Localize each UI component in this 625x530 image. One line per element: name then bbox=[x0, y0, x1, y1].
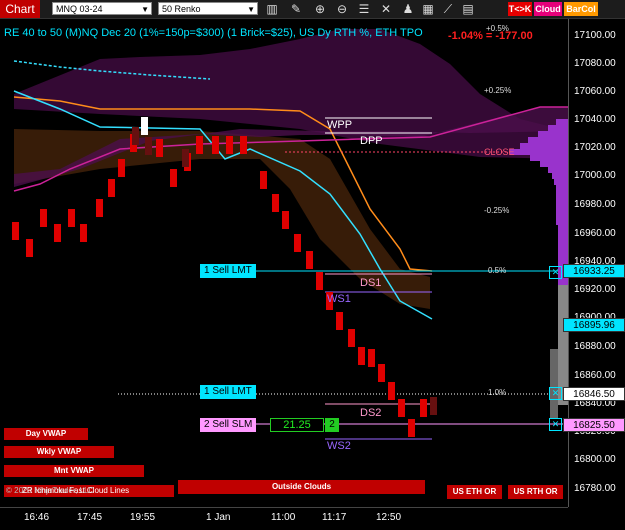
instrument-value: MNQ 03-24 bbox=[56, 4, 103, 14]
price-tick: 16860.00 bbox=[574, 370, 616, 381]
time-tick: 11:17 bbox=[322, 512, 347, 523]
day-vwap-button[interactable]: Day VWAP bbox=[4, 428, 88, 440]
time-tick: 17:45 bbox=[77, 512, 103, 523]
ds2-label: DS2 bbox=[360, 407, 382, 419]
zoom-in-icon[interactable]: ⊕ bbox=[312, 1, 328, 17]
close-order-icon[interactable]: ✕ bbox=[549, 418, 562, 431]
price-tick: 16920.00 bbox=[574, 284, 616, 295]
time-tick: 1 Jan bbox=[206, 512, 231, 523]
draw-tools-icon[interactable]: ✎ bbox=[288, 1, 304, 17]
price-tick: 17000.00 bbox=[574, 170, 616, 181]
price-tick: 16880.00 bbox=[574, 341, 616, 352]
pct-level: 1.0% bbox=[488, 388, 507, 397]
price-tick: 16780.00 bbox=[574, 483, 616, 494]
sell-lmt-order-1[interactable]: 1 Sell LMT bbox=[200, 264, 256, 278]
outside-clouds-button[interactable]: Outside Clouds bbox=[178, 480, 425, 494]
bar-type-selector[interactable]: 50 Renko ▼ bbox=[158, 2, 258, 15]
price-tick: 17080.00 bbox=[574, 58, 616, 69]
sell-slm-qty[interactable]: 2 bbox=[325, 418, 339, 432]
us-rth-or-button[interactable]: US RTH OR bbox=[508, 485, 563, 499]
chart-tab[interactable]: Chart bbox=[0, 0, 40, 18]
mnt-vwap-button[interactable]: Mnt VWAP bbox=[4, 465, 144, 477]
time-tick: 11:00 bbox=[271, 512, 296, 523]
time-tick: 12:50 bbox=[376, 512, 402, 523]
price-tick: 16960.00 bbox=[574, 228, 616, 239]
dpp-label: DPP bbox=[360, 135, 383, 147]
price-marker-sell-slm: 16825.50 bbox=[563, 418, 625, 432]
strategy-icon[interactable]: ♟ bbox=[400, 1, 416, 17]
sell-slm-order[interactable]: 2 Sell SLM bbox=[200, 418, 257, 432]
ichimoku-lines-label: ZR Ichimoku Fast Cloud Lines bbox=[22, 486, 130, 495]
sell-lmt-order-2[interactable]: 1 Sell LMT bbox=[200, 385, 256, 399]
pct-level: -0.25% bbox=[484, 206, 510, 215]
trade-icon[interactable]: ✕ bbox=[378, 1, 394, 17]
zoom-out-icon[interactable]: ⊖ bbox=[334, 1, 350, 17]
price-marker-sell-lmt-1: 16933.25 bbox=[563, 264, 625, 278]
pct-level: 0.5% bbox=[488, 266, 507, 275]
close-label: CLOSE bbox=[484, 147, 515, 157]
price-tick: 17100.00 bbox=[574, 30, 616, 41]
bar-type-value: 50 Renko bbox=[162, 4, 201, 14]
price-tick: 17020.00 bbox=[574, 142, 616, 153]
price-marker-sell-lmt-2: 16846.50 bbox=[563, 387, 625, 401]
templates-icon[interactable]: ▤ bbox=[460, 1, 476, 17]
data-box-icon[interactable]: ▦ bbox=[420, 1, 436, 17]
ws1-label: WS1 bbox=[327, 293, 351, 305]
chevron-down-icon: ▼ bbox=[141, 5, 149, 14]
price-tick: 17060.00 bbox=[574, 86, 616, 97]
wpp-label: WPP bbox=[327, 119, 353, 131]
pct-level: +0.25% bbox=[484, 86, 512, 95]
pct-top-label: +0.5% bbox=[486, 24, 509, 33]
wkly-vwap-button[interactable]: Wkly VWAP bbox=[4, 446, 114, 458]
barcol-button[interactable]: BarCol bbox=[564, 2, 598, 16]
ds1-label: DS1 bbox=[360, 277, 382, 289]
instrument-selector[interactable]: MNQ 03-24 ▼ bbox=[52, 2, 152, 15]
ws2-label: WS2 bbox=[327, 440, 351, 452]
bar-style-icon[interactable]: ▥ bbox=[264, 1, 280, 17]
price-tick: 16980.00 bbox=[574, 199, 616, 210]
indicators-icon[interactable]: ⟋ bbox=[440, 1, 456, 17]
cloud-button[interactable]: Cloud bbox=[534, 2, 562, 16]
time-tick: 19:55 bbox=[130, 512, 156, 523]
time-tick: 16:46 bbox=[24, 512, 50, 523]
price-marker-last: 16895.96 bbox=[563, 318, 625, 332]
price-tick: 16800.00 bbox=[574, 454, 616, 465]
us-eth-or-button[interactable]: US ETH OR bbox=[447, 485, 502, 499]
price-tick: 17040.00 bbox=[574, 114, 616, 125]
close-order-icon[interactable]: ✕ bbox=[549, 266, 562, 279]
close-order-icon[interactable]: ✕ bbox=[549, 387, 562, 400]
properties-icon[interactable]: ☰ bbox=[356, 1, 372, 17]
tk-button[interactable]: T<>K bbox=[508, 2, 532, 16]
renko-brick-white bbox=[141, 117, 148, 135]
sell-slm-pnl: 21.25 bbox=[270, 418, 324, 432]
chart-title: RE 40 to 50 (M)NQ Dec 20 (1%=150p=$300) … bbox=[4, 27, 423, 39]
chevron-down-icon: ▼ bbox=[247, 5, 255, 14]
